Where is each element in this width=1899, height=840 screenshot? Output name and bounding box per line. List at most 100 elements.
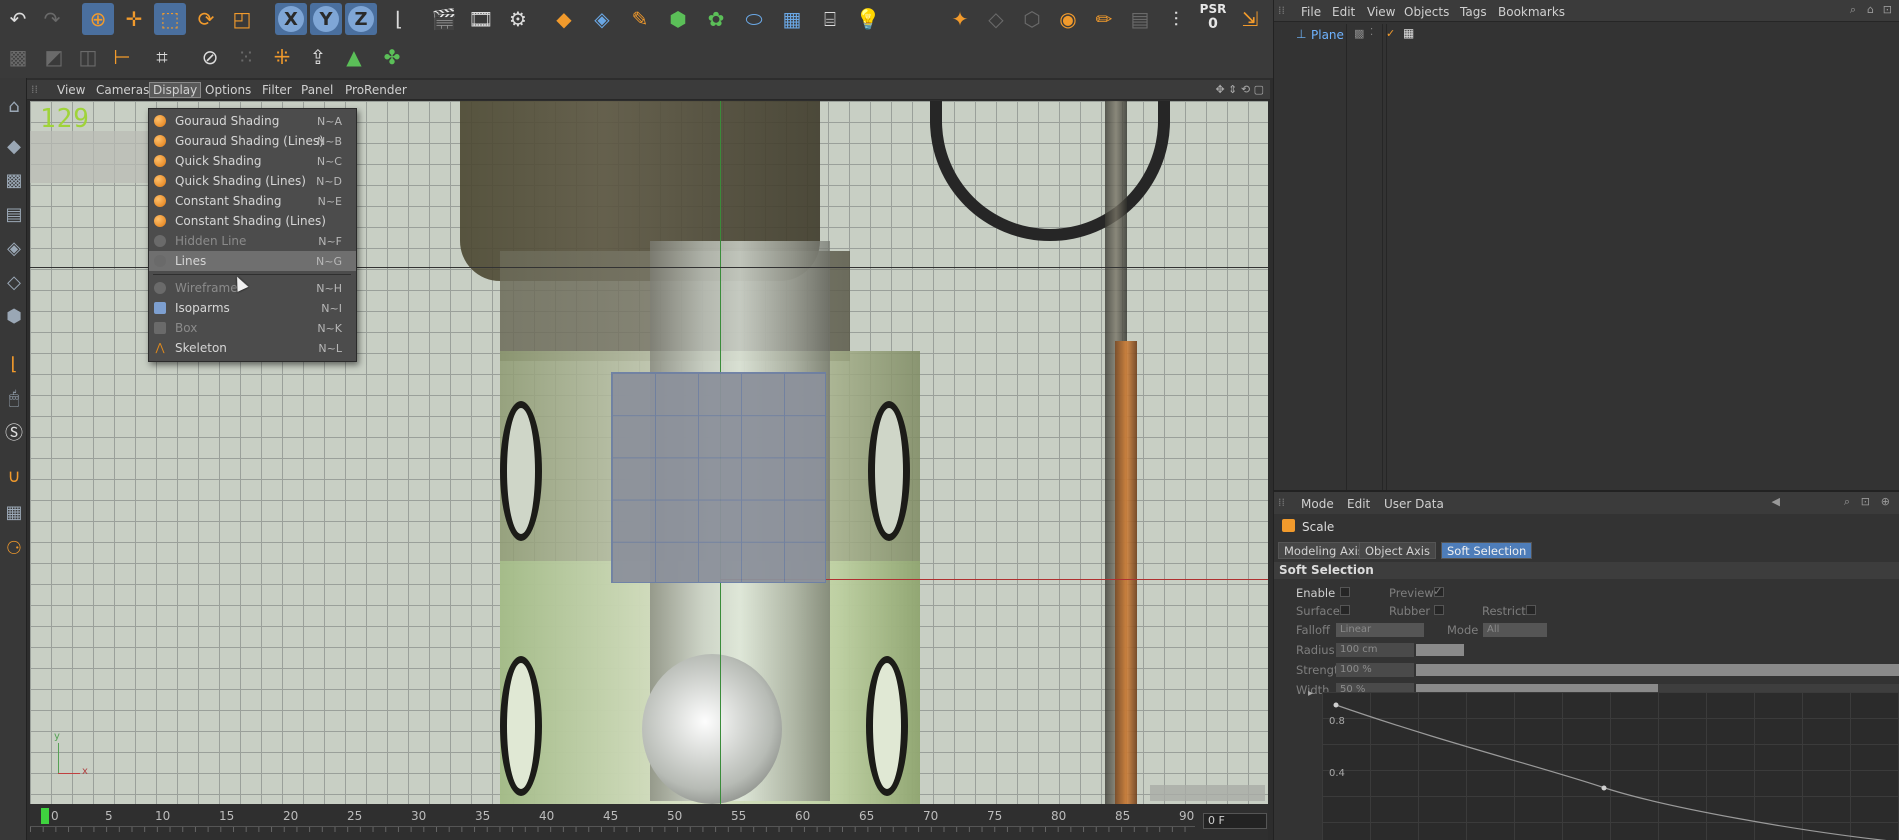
checker-tag-icon[interactable]: ▦	[1403, 26, 1414, 40]
render-settings-icon[interactable]: ⚙	[502, 3, 534, 35]
om-menu-bookmarks[interactable]: Bookmarks	[1498, 5, 1565, 19]
make-editable-icon[interactable]: ⌂	[2, 92, 26, 120]
current-frame-field[interactable]: 0 F	[1203, 813, 1267, 829]
polygons-icon[interactable]: ⬢	[2, 302, 26, 330]
lock-workplane-icon[interactable]: ▦	[2, 498, 26, 526]
menu-item-lines[interactable]: Lines N~G	[149, 251, 356, 271]
menu-view[interactable]: View	[57, 83, 85, 97]
strength-field[interactable]: 100 %	[1336, 663, 1414, 677]
tab-object-axis[interactable]: Object Axis	[1359, 542, 1436, 559]
enable-checkbox[interactable]	[1340, 587, 1350, 597]
om-menu-objects[interactable]: Objects	[1404, 5, 1449, 19]
rubber-checkbox[interactable]	[1434, 605, 1444, 615]
am-menu-edit[interactable]: Edit	[1347, 497, 1370, 511]
om-menu-file[interactable]: File	[1301, 5, 1321, 19]
am-menu-user-data[interactable]: User Data	[1384, 497, 1444, 511]
visibility-dots-icon[interactable]: ⁚	[1370, 27, 1373, 38]
menu-options[interactable]: Options	[205, 83, 251, 97]
edges-icon[interactable]: ◇	[2, 268, 26, 296]
radius-slider[interactable]	[1416, 644, 1464, 656]
restrict-checkbox[interactable]	[1526, 605, 1536, 615]
strength-slider[interactable]	[1416, 664, 1899, 676]
z-axis-lock[interactable]: Z	[345, 3, 377, 35]
deformer-icon[interactable]: ⬭	[738, 3, 770, 35]
edges-mode-icon[interactable]: ◇	[980, 3, 1012, 35]
move-tool-icon[interactable]: ✛	[118, 3, 150, 35]
magnet-icon[interactable]: ∪	[2, 462, 26, 490]
workplane-mode-icon[interactable]: ▤	[2, 200, 26, 228]
grow-icon[interactable]: ▲	[338, 41, 370, 73]
axis-tool-icon[interactable]: ⊢	[106, 41, 138, 73]
model-mode-icon[interactable]: ◉	[1052, 3, 1084, 35]
cloner-icon[interactable]: ✿	[700, 3, 732, 35]
points-mode-icon[interactable]: ✦	[944, 3, 976, 35]
om-new-view-icon[interactable]: ⊡	[1883, 3, 1892, 16]
coordinate-system-icon[interactable]: ⌊	[383, 3, 415, 35]
menu-item-quick-shading-lines[interactable]: Quick Shading (Lines) N~D	[149, 171, 356, 191]
am-search-icon[interactable]: ⌕	[1844, 495, 1850, 509]
enabled-check-icon[interactable]: ✓	[1386, 27, 1395, 40]
menu-item-wireframe[interactable]: Wireframe N~H	[149, 278, 356, 298]
rotate-tool-icon[interactable]: ⟳	[190, 3, 222, 35]
soft-selection-icon[interactable]: ⚆	[2, 534, 26, 562]
export-icon[interactable]: ⇪	[302, 41, 334, 73]
om-menu-view[interactable]: View	[1367, 5, 1395, 19]
snap-settings-icon[interactable]: ⫶	[1160, 3, 1192, 35]
y-axis-lock[interactable]: Y	[310, 3, 342, 35]
tweak-icon[interactable]: 🖱	[2, 384, 26, 412]
menu-item-box[interactable]: Box N~K	[149, 318, 356, 338]
live-selection-icon[interactable]: ⊕	[82, 3, 114, 35]
surface-checkbox[interactable]	[1340, 605, 1350, 615]
texture-icon[interactable]: ▩	[2, 166, 26, 194]
sculpt-icon[interactable]: ◩	[38, 41, 70, 73]
menu-item-isoparms[interactable]: Isoparms N~I	[149, 298, 356, 318]
menu-item-gouraud-shading-lines[interactable]: Gouraud Shading (Lines) N~B	[149, 131, 356, 151]
subdivision-surface-icon[interactable]: ⬢	[662, 3, 694, 35]
menu-item-skeleton[interactable]: ⋀ Skeleton N~L	[149, 338, 356, 358]
model-icon[interactable]: ◆	[2, 132, 26, 160]
falloff-curve-graph[interactable]	[1322, 692, 1899, 840]
timeline[interactable]: 0 5 10 15 20 25 30 35 40 45 50 55 60 65 …	[30, 804, 1268, 840]
radius-field[interactable]: 100 cm	[1336, 643, 1414, 657]
menu-item-constant-shading[interactable]: Constant Shading N~E	[149, 191, 356, 211]
primitive-cube-icon[interactable]: ◈	[586, 3, 618, 35]
workplane-icon[interactable]: ▤	[1124, 3, 1156, 35]
am-menu-mode[interactable]: Mode	[1301, 497, 1334, 511]
timeline-playhead[interactable]	[41, 808, 49, 824]
menu-filter[interactable]: Filter	[262, 83, 292, 97]
am-back-icon[interactable]: ◀	[1772, 495, 1780, 508]
mode-dropdown[interactable]: All	[1483, 623, 1547, 637]
layer-icon[interactable]: ▩	[1354, 27, 1364, 40]
menu-item-constant-shading-lines[interactable]: Constant Shading (Lines)	[149, 211, 356, 231]
layout-icon[interactable]: ⇲	[1234, 3, 1266, 35]
texture-mode-icon[interactable]: ✏	[1088, 3, 1120, 35]
spline-pen-icon[interactable]: ✎	[624, 3, 656, 35]
floor-icon[interactable]: ▦	[776, 3, 808, 35]
points-icon[interactable]: ◈	[2, 234, 26, 262]
menu-item-quick-shading[interactable]: Quick Shading N~C	[149, 151, 356, 171]
menu-item-gouraud-shading[interactable]: Gouraud Shading N~A	[149, 111, 356, 131]
om-menu-edit[interactable]: Edit	[1332, 5, 1355, 19]
menu-panel[interactable]: Panel	[301, 83, 333, 97]
tree-icon[interactable]: ✤	[376, 41, 408, 73]
x-axis-lock[interactable]: X	[275, 3, 307, 35]
menu-prorender[interactable]: ProRender	[345, 83, 407, 97]
falloff-dropdown[interactable]: Linear	[1336, 623, 1424, 637]
view-nav-widget[interactable]	[1150, 785, 1265, 801]
om-search-icon[interactable]: ⌕	[1850, 3, 1856, 17]
am-lock-icon[interactable]: ⊡	[1861, 495, 1870, 508]
redo-icon[interactable]: ↷	[36, 3, 68, 35]
tab-soft-selection[interactable]: Soft Selection	[1441, 542, 1533, 559]
tab-modeling-axis[interactable]: Modeling Axis	[1278, 542, 1370, 559]
checkerboard-icon[interactable]: ▩	[2, 41, 34, 73]
om-menu-tags[interactable]: Tags	[1460, 5, 1487, 19]
am-new-icon[interactable]: ⊕	[1881, 495, 1890, 508]
weight-tool-icon[interactable]: ⊘	[194, 41, 226, 73]
camera-icon[interactable]: ⌸	[814, 3, 846, 35]
object-name[interactable]: Plane	[1311, 28, 1344, 42]
recent-tools-icon[interactable]: ◰	[226, 3, 258, 35]
undo-icon[interactable]: ↶	[2, 3, 34, 35]
snap-icon[interactable]: ◫	[72, 41, 104, 73]
menu-item-hidden-line[interactable]: Hidden Line N~F	[149, 231, 356, 251]
om-home-icon[interactable]: ⌂	[1867, 3, 1874, 16]
